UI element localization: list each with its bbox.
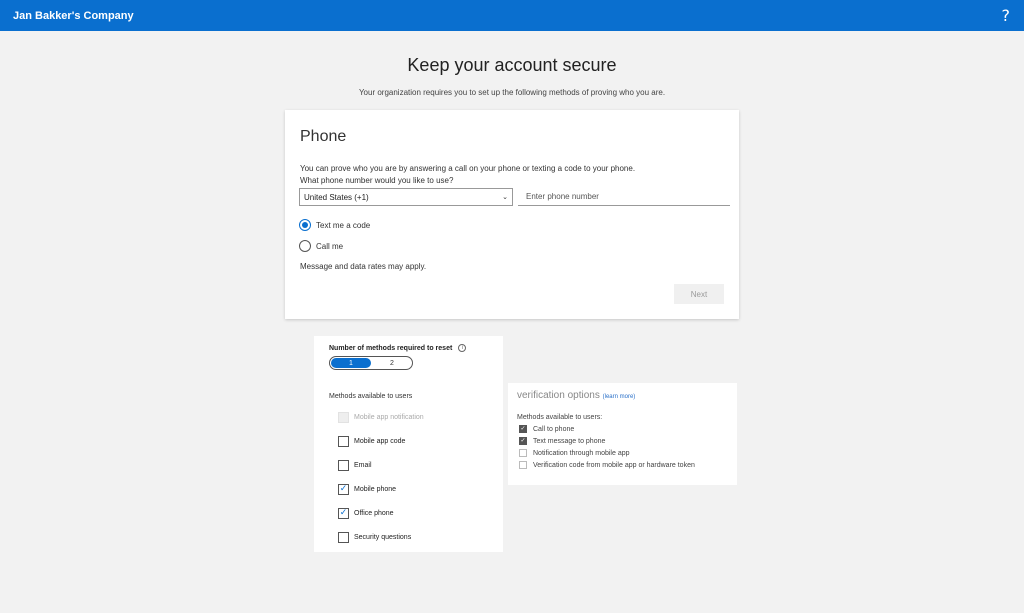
methods-required-label: Number of methods required to reset i: [329, 344, 467, 352]
radio-call-me[interactable]: Call me: [299, 240, 343, 252]
checkbox-checked[interactable]: ✓: [338, 484, 349, 495]
radio-button[interactable]: [299, 240, 311, 252]
toggle-option-1[interactable]: 1: [331, 358, 371, 368]
toggle-option-2[interactable]: 2: [372, 357, 412, 369]
phone-card: Phone You can prove who you are by answe…: [285, 110, 739, 319]
verification-options-panel: verification options (learn more) Method…: [508, 383, 737, 485]
radio-label: Text me a code: [316, 220, 371, 230]
checkmark-icon: ✓: [520, 437, 526, 444]
verification-title-text: verification options: [517, 390, 600, 401]
method-security-questions[interactable]: Security questions: [338, 532, 411, 543]
checkbox-checked[interactable]: ✓: [519, 425, 527, 433]
method-office-phone[interactable]: ✓ Office phone: [338, 508, 394, 519]
chevron-down-icon: ⌄: [502, 193, 508, 201]
verif-option-call-to-phone[interactable]: ✓ Call to phone: [519, 425, 574, 433]
method-label: Mobile app notification: [354, 414, 424, 421]
method-label: Mobile phone: [354, 486, 397, 493]
methods-available-label: Methods available to users: [329, 393, 413, 400]
next-button[interactable]: Next: [674, 284, 724, 304]
radio-button-selected[interactable]: [299, 219, 311, 231]
verification-options-title: verification options (learn more): [517, 390, 635, 401]
verif-option-label: Verification code from mobile app or har…: [533, 461, 695, 469]
checkbox[interactable]: [338, 460, 349, 471]
checkbox[interactable]: [338, 532, 349, 543]
methods-panel: Number of methods required to reset i 1 …: [314, 336, 503, 552]
verif-option-label: Call to phone: [533, 425, 575, 433]
page-subtitle: Your organization requires you to set up…: [358, 88, 666, 97]
methods-required-text: Number of methods required to reset: [329, 344, 453, 352]
radio-text-me-a-code[interactable]: Text me a code: [299, 219, 370, 231]
phone-number-input[interactable]: [518, 188, 730, 206]
checkbox[interactable]: [519, 461, 527, 469]
method-label: Security questions: [354, 534, 412, 541]
verif-option-label: Text message to phone: [533, 437, 606, 445]
page-title: Keep your account secure: [407, 55, 617, 75]
method-label: Office phone: [354, 510, 394, 517]
checkbox-checked[interactable]: ✓: [338, 508, 349, 519]
checkmark-icon: ✓: [520, 425, 526, 432]
phone-intro-text: You can prove who you are by answering a…: [300, 164, 636, 173]
info-icon[interactable]: i: [458, 344, 467, 352]
method-mobile-app-code[interactable]: Mobile app code: [338, 436, 405, 447]
help-icon[interactable]: ?: [1002, 7, 1011, 24]
method-mobile-phone[interactable]: ✓ Mobile phone: [338, 484, 396, 495]
checkmark-icon: ✓: [339, 484, 348, 494]
method-mobile-app-notification: Mobile app notification: [338, 412, 424, 423]
country-code-select[interactable]: United States (+1) ⌄: [299, 188, 513, 206]
card-heading: Phone: [300, 128, 347, 145]
verif-option-text-message[interactable]: ✓ Text message to phone: [519, 437, 605, 445]
verification-available-label: Methods available to users:: [517, 414, 603, 421]
rates-note: Message and data rates may apply.: [300, 262, 427, 271]
checkbox[interactable]: [519, 449, 527, 457]
country-code-value: United States (+1): [304, 192, 369, 202]
method-label: Mobile app code: [354, 438, 406, 445]
methods-count-toggle[interactable]: 1 2: [329, 356, 413, 370]
top-bar: Jan Bakker's Company ?: [0, 0, 1024, 31]
verif-option-label: Notification through mobile app: [533, 449, 630, 457]
method-label: Email: [354, 462, 372, 469]
phone-number-question: What phone number would you like to use?: [300, 176, 454, 185]
company-name: Jan Bakker's Company: [13, 9, 134, 22]
checkmark-icon: ✓: [339, 508, 348, 518]
verif-option-verification-code[interactable]: Verification code from mobile app or har…: [519, 461, 695, 469]
radio-label: Call me: [316, 241, 344, 251]
checkbox[interactable]: [338, 436, 349, 447]
method-email[interactable]: Email: [338, 460, 372, 471]
checkbox-disabled: [338, 412, 349, 423]
verif-option-notification-mobile-app[interactable]: Notification through mobile app: [519, 449, 630, 457]
checkbox-checked[interactable]: ✓: [519, 437, 527, 445]
learn-more-link[interactable]: (learn more): [603, 394, 636, 400]
